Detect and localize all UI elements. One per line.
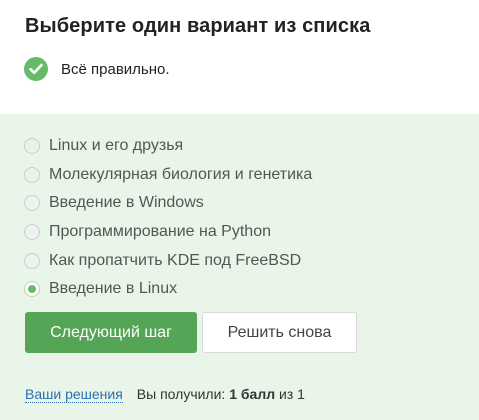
check-circle-icon xyxy=(24,57,48,81)
retry-button[interactable]: Решить снова xyxy=(202,312,357,353)
option-label: Linux и его друзья xyxy=(49,137,184,155)
option-label: Введение в Linux xyxy=(49,280,178,298)
result-status: Всё правильно. xyxy=(24,57,170,81)
next-step-button[interactable]: Следующий шаг xyxy=(25,312,197,353)
radio-button[interactable] xyxy=(24,166,40,183)
your-solutions-link[interactable]: Ваши решения xyxy=(25,386,123,403)
score-suffix: из 1 xyxy=(279,386,305,402)
radio-button[interactable] xyxy=(24,224,40,241)
score-text: Вы получили: 1 балл из 1 xyxy=(137,386,305,402)
option-item[interactable]: Программирование на Python xyxy=(24,218,312,247)
result-text: Всё правильно. xyxy=(61,60,170,78)
options-list: Linux и его друзья Молекулярная биология… xyxy=(24,132,312,304)
checkmark-icon xyxy=(29,63,43,75)
answer-panel: Linux и его друзья Молекулярная биология… xyxy=(0,114,479,420)
radio-button-checked[interactable] xyxy=(24,281,40,298)
radio-button[interactable] xyxy=(24,138,40,155)
question-header: Выберите один вариант из списка Всё прав… xyxy=(0,0,479,114)
option-item[interactable]: Молекулярная биология и генетика xyxy=(24,161,312,190)
option-label: Программирование на Python xyxy=(49,223,271,241)
option-item[interactable]: Введение в Windows xyxy=(24,189,312,218)
score-value: 1 балл xyxy=(229,386,276,402)
option-item[interactable]: Как пропатчить KDE под FreeBSD xyxy=(24,246,312,275)
option-item-selected[interactable]: Введение в Linux xyxy=(24,275,312,304)
radio-button[interactable] xyxy=(24,252,40,269)
option-label: Как пропатчить KDE под FreeBSD xyxy=(49,251,302,269)
option-item[interactable]: Linux и его друзья xyxy=(24,132,312,161)
radio-dot xyxy=(28,285,36,294)
option-label: Молекулярная биология и генетика xyxy=(49,165,313,183)
option-label: Введение в Windows xyxy=(49,194,204,212)
question-title: Выберите один вариант из списка xyxy=(25,15,371,37)
submission-footer: Ваши решения Вы получили: 1 балл из 1 xyxy=(25,386,305,403)
score-prefix: Вы получили: xyxy=(136,386,226,402)
radio-button[interactable] xyxy=(24,195,40,212)
